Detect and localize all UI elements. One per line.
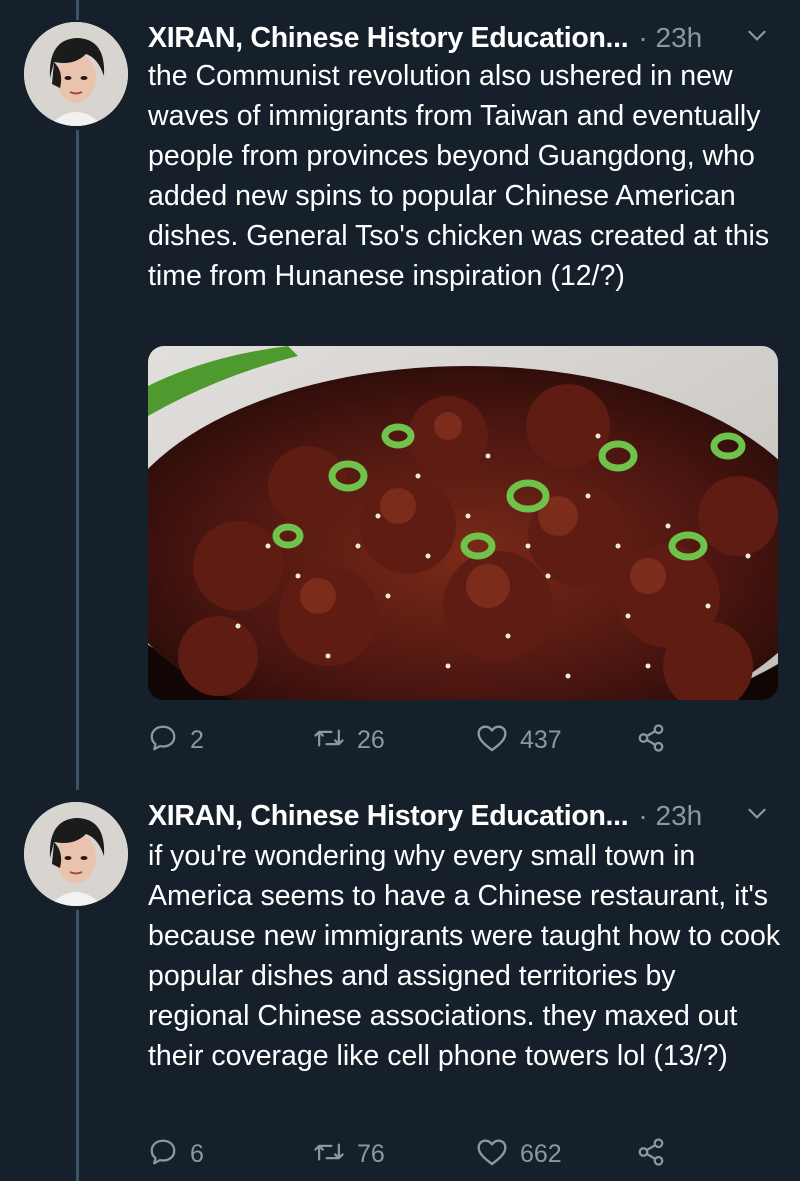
retweet-button[interactable]: 76 [313,1134,385,1174]
reply-button[interactable]: 6 [148,1134,204,1174]
like-button[interactable]: 662 [476,1134,562,1174]
like-count: 437 [520,725,562,754]
share-button[interactable] [636,1134,666,1174]
author-name[interactable]: XIRAN, Chinese History Education... [148,22,629,55]
tweet[interactable]: XIRAN, Chinese History Education... · 23… [0,0,800,790]
tweet-text: if you're wondering why every small town… [148,840,781,1072]
share-icon [636,1137,666,1172]
retweet-count: 76 [357,1139,385,1168]
avatar[interactable] [24,22,128,126]
reply-count: 6 [190,1139,204,1168]
tweet-image[interactable] [148,346,778,700]
chevron-down-icon[interactable] [744,22,770,53]
reply-button[interactable]: 2 [148,720,204,760]
retweet-icon [313,723,345,758]
retweet-icon [313,1137,345,1172]
timestamp[interactable]: · 23h [638,22,702,54]
tweet-text: the Communist revolution also ushered in… [148,60,770,292]
reply-icon [148,723,178,758]
tweet[interactable]: XIRAN, Chinese History Education... · 23… [0,790,800,1181]
like-icon [476,723,508,758]
reply-count: 2 [190,725,204,754]
tweet-actions: 2 26 437 [148,720,688,760]
chevron-down-icon[interactable] [744,800,770,831]
timestamp[interactable]: · 23h [638,800,702,832]
avatar[interactable] [24,802,128,906]
reply-icon [148,1137,178,1172]
retweet-count: 26 [357,725,385,754]
retweet-button[interactable]: 26 [313,720,385,760]
tweet-header: XIRAN, Chinese History Education... · 23… [148,16,770,60]
like-icon [476,1137,508,1172]
like-count: 662 [520,1139,562,1168]
share-icon [636,723,666,758]
share-button[interactable] [636,720,666,760]
author-name[interactable]: XIRAN, Chinese History Education... [148,800,629,833]
tweet-header: XIRAN, Chinese History Education... · 23… [148,794,770,838]
tweet-actions: 6 76 662 [148,1134,688,1174]
like-button[interactable]: 437 [476,720,562,760]
